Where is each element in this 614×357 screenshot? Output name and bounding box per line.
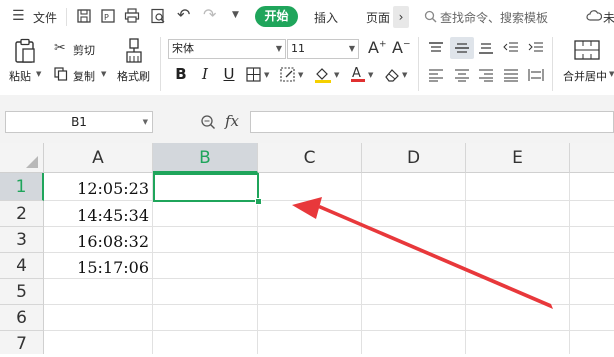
annotation-arrow: [292, 197, 553, 309]
